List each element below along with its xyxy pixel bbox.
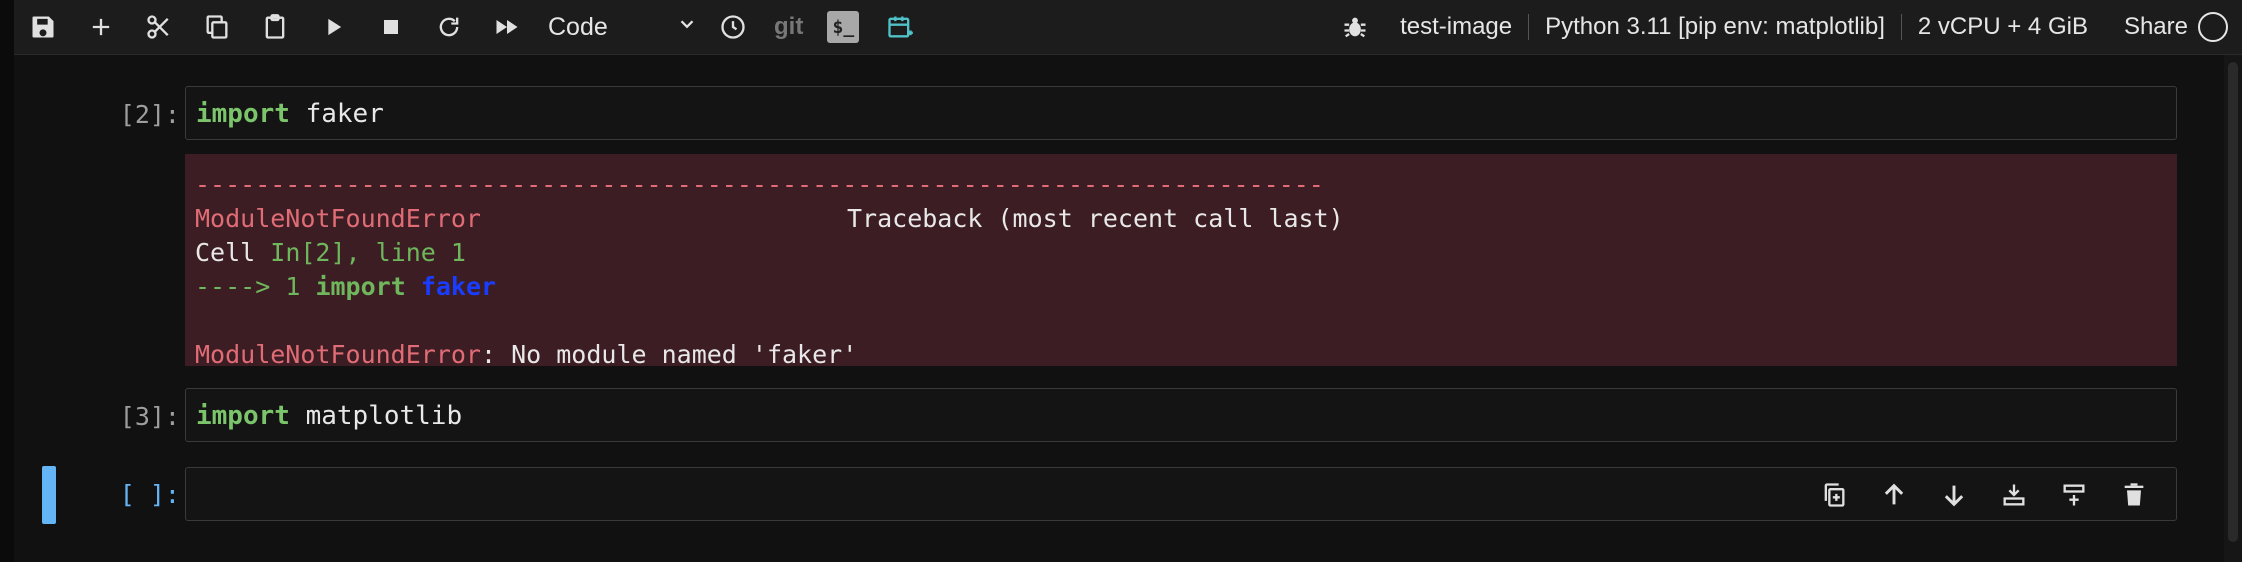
traceback-cell-ref: In[2], line 1 — [270, 238, 466, 267]
scrollbar-thumb[interactable] — [2228, 62, 2238, 542]
arrow-down-icon — [1944, 485, 1964, 507]
paste-button[interactable] — [246, 0, 304, 54]
save-icon — [32, 16, 54, 38]
restart-icon — [439, 17, 459, 37]
traceback-line-no: 1 — [285, 272, 301, 301]
chevron-down-icon — [676, 13, 698, 42]
arrow-up-icon — [1884, 483, 1904, 505]
trash-icon — [2124, 483, 2144, 506]
code-module: matplotlib — [305, 401, 463, 431]
cell-prompt: [3]: — [119, 402, 180, 431]
cell-toolbar — [1804, 471, 2164, 519]
insert-above-icon — [2003, 484, 2025, 506]
code-keyword: import — [196, 99, 290, 129]
kernel-env[interactable]: Python 3.11 [pip env: matplotlib] — [1529, 13, 1901, 41]
traceback-dashes: ----------------------------------------… — [195, 170, 1324, 199]
share-button[interactable]: Share — [2104, 13, 2198, 41]
duplicate-icon — [1824, 483, 1845, 507]
traceback-arrow: ----> — [195, 272, 271, 301]
insert-above-button[interactable] — [1984, 471, 2044, 519]
schedule-button[interactable] — [871, 0, 929, 54]
traceback-import-kw: import — [315, 272, 406, 301]
debugger-button[interactable] — [1326, 0, 1384, 54]
calendar-add-icon — [888, 16, 914, 38]
traceback-header: Traceback (most recent call last) — [846, 204, 1344, 233]
error-message-name: ModuleNotFoundError — [195, 340, 481, 369]
cut-icon — [147, 15, 169, 39]
run-icon — [328, 18, 342, 36]
copy-icon — [206, 15, 228, 39]
code-cell-input[interactable]: import faker — [185, 86, 2177, 140]
bug-icon — [1344, 17, 1366, 38]
add-cell-button[interactable] — [72, 0, 130, 54]
cut-button[interactable] — [130, 0, 188, 54]
error-output: ----------------------------------------… — [185, 154, 2177, 369]
move-down-button[interactable] — [1924, 471, 1984, 519]
code-module: faker — [305, 99, 384, 129]
cell-prompt: [ ]: — [119, 480, 180, 509]
notebook-toolbar: Code git $_ test-image Python 3.11 [pip … — [14, 0, 2242, 55]
kernel-name[interactable]: test-image — [1384, 13, 1528, 41]
kernel-status-icon — [2198, 12, 2228, 42]
restart-button[interactable] — [420, 0, 478, 54]
code-keyword: import — [196, 401, 290, 431]
cell-type-value: Code — [548, 12, 608, 41]
clock-icon — [721, 15, 745, 39]
copy-button[interactable] — [188, 0, 246, 54]
resources-label: 2 vCPU + 4 GiB — [1917, 13, 2088, 40]
traceback-code-line: ----> 1 import faker — [195, 270, 2167, 304]
error-message-text: : No module named 'faker' — [480, 340, 858, 369]
insert-below-icon — [2063, 484, 2085, 506]
duplicate-cell-button[interactable] — [1804, 471, 1864, 519]
add-icon — [92, 18, 110, 36]
fast-forward-icon — [496, 20, 518, 34]
error-name: ModuleNotFoundError — [195, 204, 481, 233]
move-up-button[interactable] — [1864, 471, 1924, 519]
git-button[interactable]: git — [774, 13, 803, 41]
delete-cell-button[interactable] — [2104, 471, 2164, 519]
cell-prompt: [2]: — [119, 100, 180, 129]
insert-below-button[interactable] — [2044, 471, 2104, 519]
run-all-button[interactable] — [478, 0, 536, 54]
cell-type-select[interactable]: Code — [542, 7, 704, 47]
stop-button[interactable] — [362, 0, 420, 54]
left-strip — [0, 0, 14, 562]
traceback-cell-line: Cell In[2], line 1 — [195, 236, 2167, 270]
active-cell-indicator — [42, 466, 56, 524]
traceback-module: faker — [420, 272, 497, 301]
paste-icon — [265, 14, 285, 39]
run-button[interactable] — [304, 0, 362, 54]
save-button[interactable] — [14, 0, 72, 54]
code-cell-input[interactable]: import matplotlib — [185, 388, 2177, 442]
terminal-icon[interactable]: $_ — [827, 11, 860, 43]
stop-icon — [384, 20, 398, 34]
error-message-line: ModuleNotFoundError: No module named 'fa… — [195, 338, 2167, 372]
clock-button[interactable] — [704, 0, 762, 54]
traceback-cell-word: Cell — [195, 238, 256, 267]
traceback-header-line: ModuleNotFoundError Traceback (most recen… — [195, 202, 2167, 236]
